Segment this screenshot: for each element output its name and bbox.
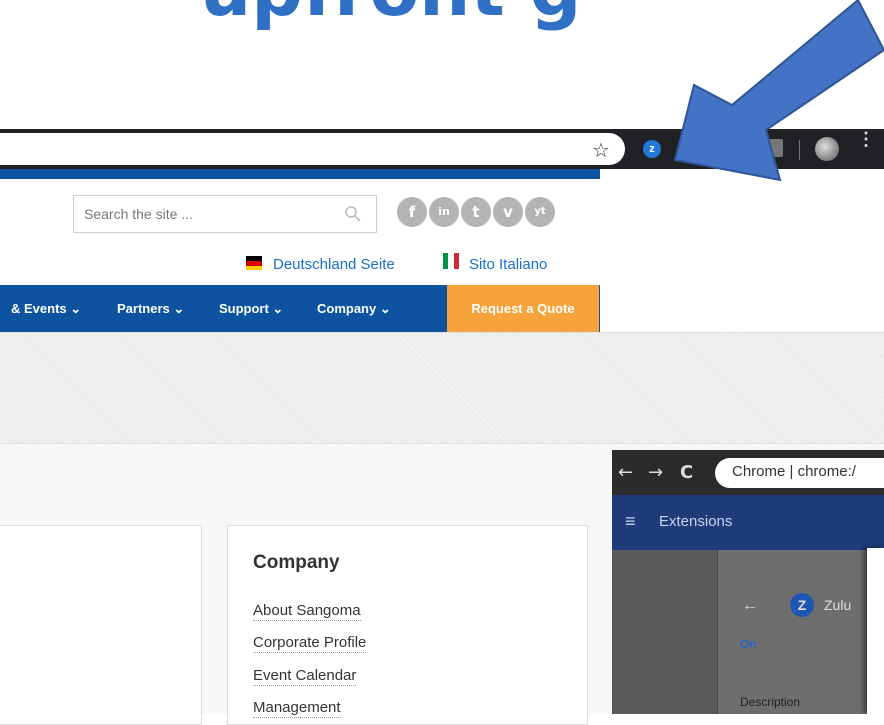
request-quote-button[interactable]: Request a Quote bbox=[447, 285, 599, 332]
search-icon[interactable] bbox=[344, 205, 362, 223]
extensions-inset: ← → C Chrome | chrome:/ ≡ Extensions ← Z… bbox=[612, 450, 884, 714]
zulu-logo-icon: Z bbox=[790, 593, 814, 617]
link-about-sangoma[interactable]: About Sangoma bbox=[253, 602, 361, 621]
lang-link-german[interactable]: Deutschland Seite bbox=[273, 256, 395, 273]
extension-name: Zulu bbox=[824, 597, 852, 613]
link-event-calendar[interactable]: Event Calendar bbox=[253, 667, 357, 686]
slide-title-fragment: upfront g bbox=[200, 0, 581, 32]
annotation-arrow-icon bbox=[673, 0, 884, 182]
card-divider bbox=[717, 550, 718, 714]
youtube-icon[interactable]: yt bbox=[525, 197, 555, 227]
italian-flag-icon bbox=[443, 253, 459, 269]
nav-item-support[interactable]: Support ⌄ bbox=[219, 301, 283, 317]
bookmark-star-icon[interactable]: ☆ bbox=[592, 138, 610, 162]
banner-pattern bbox=[0, 333, 884, 443]
extensions-title: Extensions bbox=[659, 513, 733, 530]
back-arrow-icon[interactable]: ← bbox=[618, 462, 633, 483]
lang-link-italian[interactable]: Sito Italiano bbox=[469, 256, 547, 273]
address-bar[interactable] bbox=[0, 133, 625, 165]
extension-detail-card bbox=[717, 550, 884, 714]
vimeo-icon[interactable]: v bbox=[493, 197, 523, 227]
extensions-header bbox=[612, 495, 884, 550]
reload-icon[interactable]: C bbox=[680, 462, 693, 483]
nav-item-events[interactable]: & Events ⌄ bbox=[11, 301, 81, 317]
detail-back-icon[interactable]: ← bbox=[742, 597, 758, 615]
german-flag-icon bbox=[246, 256, 262, 270]
company-heading: Company bbox=[253, 552, 340, 573]
link-corporate-profile[interactable]: Corporate Profile bbox=[253, 634, 367, 653]
twitter-icon[interactable]: t bbox=[461, 197, 491, 227]
extension-status[interactable]: On bbox=[740, 637, 757, 651]
hamburger-menu-icon[interactable]: ≡ bbox=[625, 511, 636, 532]
forward-arrow-icon[interactable]: → bbox=[648, 462, 663, 483]
nav-item-company[interactable]: Company ⌄ bbox=[317, 301, 391, 317]
linkedin-icon[interactable]: in bbox=[429, 197, 459, 227]
left-panel bbox=[0, 525, 202, 725]
extensions-sidebar bbox=[612, 550, 717, 714]
nav-item-partners[interactable]: Partners ⌄ bbox=[117, 301, 184, 317]
link-management[interactable]: Management bbox=[253, 699, 341, 718]
description-label: Description bbox=[740, 695, 801, 709]
facebook-icon[interactable]: f bbox=[397, 197, 427, 227]
dialog-edge bbox=[867, 548, 884, 714]
search-placeholder: Search the site ... bbox=[84, 206, 193, 222]
page-top-strip bbox=[0, 169, 600, 179]
inset-chrome-label: Chrome | chrome:/ bbox=[732, 463, 856, 480]
